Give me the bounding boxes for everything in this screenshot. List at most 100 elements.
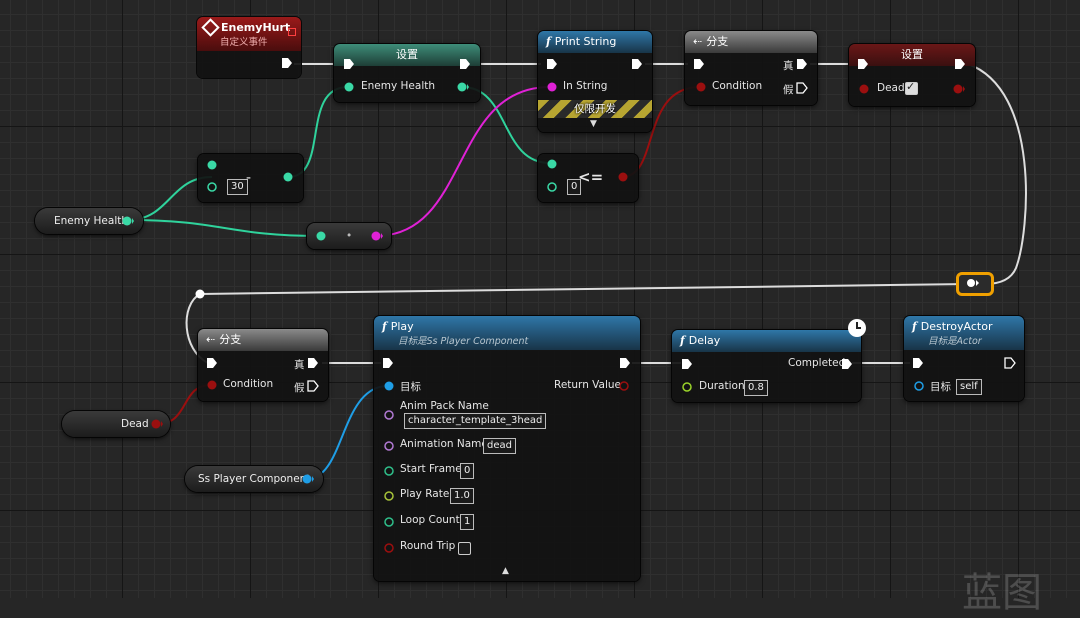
event-node-enemyhurt[interactable]: EnemyHurt 自定义事件 xyxy=(197,17,301,78)
play-node[interactable]: f Play 目标是Ss Player Component 目标 Return V… xyxy=(374,316,640,581)
play-rate-input[interactable]: 1.0 xyxy=(450,488,474,504)
start-frame-label: Start Frame xyxy=(400,463,462,475)
exec-out-pin[interactable] xyxy=(619,357,631,369)
set-health-node[interactable]: 设置 Enemy Health xyxy=(334,44,480,102)
bool-condition-pin[interactable] xyxy=(207,380,217,390)
set-dead-pin-label: Dead xyxy=(877,82,905,94)
loop-count-pin[interactable] xyxy=(384,517,394,527)
subtract-node[interactable]: 30 - xyxy=(198,154,303,202)
float-in-pin-a[interactable] xyxy=(547,159,557,169)
play-target-label: 目标 xyxy=(400,381,421,393)
string-in-pin[interactable] xyxy=(547,82,557,92)
branch1-condition-label: Condition xyxy=(712,80,763,92)
animation-name-pin[interactable] xyxy=(384,441,394,451)
exec-in-pin[interactable] xyxy=(343,58,355,70)
event-title: EnemyHurt xyxy=(221,21,291,34)
start-frame-pin[interactable] xyxy=(384,466,394,476)
completed-exec-out-pin[interactable] xyxy=(841,358,853,370)
target-object-pin[interactable] xyxy=(384,381,394,391)
enemy-health-getter[interactable]: Enemy Health xyxy=(35,208,143,234)
exec-out-pin[interactable] xyxy=(459,58,471,70)
loop-count-input[interactable]: 1 xyxy=(460,514,475,530)
bool-in-pin[interactable] xyxy=(859,84,869,94)
bool-out-pin[interactable] xyxy=(953,84,965,94)
conversion-node[interactable]: • xyxy=(307,223,391,249)
round-trip-checkbox[interactable] xyxy=(458,542,471,555)
anim-pack-name-input[interactable]: character_template_3head xyxy=(404,413,547,429)
float-in-pin[interactable] xyxy=(344,82,354,92)
animation-name-label: Animation Name xyxy=(400,438,488,450)
float-in-pin-b[interactable] xyxy=(547,182,557,192)
destroy-target-label: 目标 xyxy=(930,381,951,393)
loop-count-label: Loop Count xyxy=(400,514,460,526)
duration-pin[interactable] xyxy=(682,382,692,392)
anim-pack-name-label: Anim Pack Name xyxy=(400,400,489,412)
duration-input[interactable]: 0.8 xyxy=(744,380,768,396)
expand-arrow-icon[interactable]: ▼ xyxy=(590,119,597,129)
float-in-pin-a[interactable] xyxy=(207,160,217,170)
exec-in-pin[interactable] xyxy=(857,58,869,70)
bool-out-pin[interactable] xyxy=(618,172,628,182)
float-out-pin[interactable] xyxy=(122,216,134,226)
delay-title: Delay xyxy=(688,334,721,347)
event-icon xyxy=(201,18,220,37)
compare-node[interactable]: 0 <= xyxy=(538,154,638,202)
float-in-pin-b[interactable] xyxy=(207,182,217,192)
anim-pack-name-pin[interactable] xyxy=(384,410,394,420)
destroy-actor-header: f DestroyActor 目标是Actor xyxy=(904,316,1024,350)
object-out-pin[interactable] xyxy=(302,474,314,484)
exec-true-out-pin[interactable] xyxy=(307,357,319,369)
exec-out-pin[interactable] xyxy=(631,58,643,70)
float-out-pin[interactable] xyxy=(457,82,469,92)
print-string-node[interactable]: f Print String In String 仅限开发 ▼ xyxy=(538,31,652,132)
delay-node[interactable]: f Delay Completed Duration 0.8 xyxy=(672,319,866,402)
exec-out-pin[interactable] xyxy=(1004,357,1016,369)
dead-getter-label: Dead xyxy=(121,418,149,430)
reroute-pin[interactable] xyxy=(966,278,980,288)
exec-in-pin[interactable] xyxy=(912,357,924,369)
exec-false-out-pin[interactable] xyxy=(307,380,319,392)
dead-getter[interactable]: Dead xyxy=(62,411,170,437)
exec-out-pin[interactable] xyxy=(954,58,966,70)
set-dead-node[interactable]: 设置 Dead xyxy=(849,44,975,106)
collapse-arrow-icon[interactable]: ▲ xyxy=(502,566,509,576)
play-title: Play xyxy=(390,320,414,333)
function-icon: f xyxy=(680,334,685,347)
subtract-value-input[interactable]: 30 xyxy=(227,179,248,195)
start-frame-input[interactable]: 0 xyxy=(460,463,475,479)
float-in-pin[interactable] xyxy=(316,231,326,241)
bool-condition-pin[interactable] xyxy=(696,82,706,92)
exec-in-pin[interactable] xyxy=(206,357,218,369)
destroy-actor-node[interactable]: f DestroyActor 目标是Actor 目标 self xyxy=(904,316,1024,401)
animation-name-input[interactable]: dead xyxy=(483,438,516,454)
target-object-pin[interactable] xyxy=(914,381,924,391)
exec-in-pin[interactable] xyxy=(693,58,705,70)
event-node-header: EnemyHurt 自定义事件 xyxy=(197,17,301,51)
play-rate-pin[interactable] xyxy=(384,491,394,501)
bool-out-pin[interactable] xyxy=(151,419,163,429)
round-trip-label: Round Trip xyxy=(400,540,456,552)
exec-in-pin[interactable] xyxy=(546,58,558,70)
play-subtitle: 目标是Ss Player Component xyxy=(398,336,529,347)
destroy-target-input[interactable]: self xyxy=(956,379,982,395)
duration-label: Duration xyxy=(699,380,745,392)
exec-out-pin[interactable] xyxy=(281,57,293,69)
exec-in-pin[interactable] xyxy=(681,358,693,370)
exec-true-out-pin[interactable] xyxy=(796,58,808,70)
dead-checkbox[interactable] xyxy=(905,80,918,95)
return-value-pin[interactable] xyxy=(619,381,629,391)
exec-false-out-pin[interactable] xyxy=(796,82,808,94)
ss-player-getter-label: Ss Player Component xyxy=(198,473,311,485)
branch-node-2[interactable]: ⇠ 分支 真 Condition 假 xyxy=(198,329,328,401)
float-out-pin[interactable] xyxy=(283,172,293,182)
watermark: 蓝图 xyxy=(962,570,1042,616)
play-rate-label: Play Rate xyxy=(400,488,450,500)
ss-player-getter[interactable]: Ss Player Component xyxy=(185,466,323,492)
latent-clock-icon xyxy=(848,319,866,337)
wire-knot[interactable] xyxy=(195,289,205,299)
string-out-pin[interactable] xyxy=(371,231,383,241)
branch-node-1[interactable]: ⇠ 分支 真 Condition 假 xyxy=(685,31,817,105)
round-trip-pin[interactable] xyxy=(384,543,394,553)
delegate-pin-icon[interactable] xyxy=(288,28,296,36)
exec-in-pin[interactable] xyxy=(382,357,394,369)
